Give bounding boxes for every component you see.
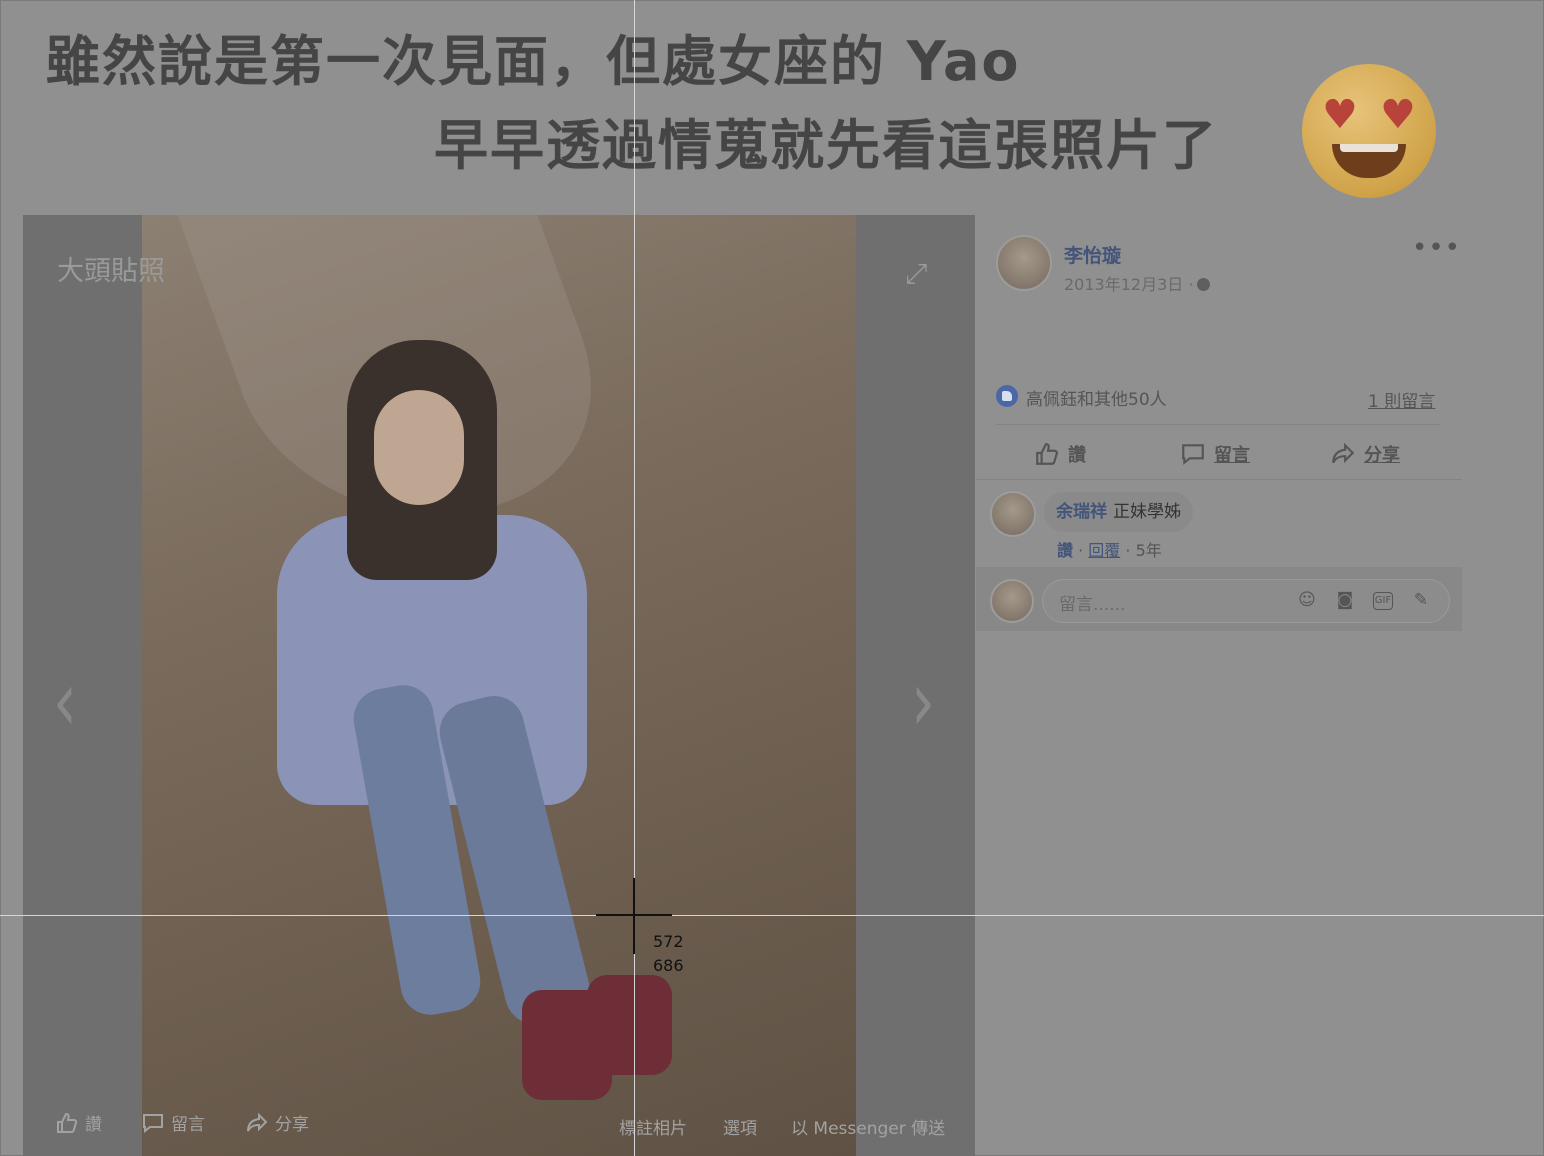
- comment-reply-link[interactable]: 回覆: [1088, 541, 1120, 560]
- comments-count-link[interactable]: 1 則留言: [1368, 387, 1435, 412]
- expand-icon[interactable]: ⤢: [905, 257, 927, 291]
- heart-icon: ♥: [1322, 92, 1358, 138]
- heart-icon: ♥: [1380, 92, 1416, 138]
- post-like-label: 讚: [1068, 445, 1086, 466]
- chevron-left-icon[interactable]: ‹: [53, 653, 77, 751]
- cursor-y-readout: 686: [653, 956, 684, 975]
- cursor-coordinate-readout: 572 686: [653, 930, 684, 978]
- profile-photo[interactable]: [142, 215, 856, 1156]
- viewer-share-button[interactable]: 分享: [245, 1110, 309, 1135]
- comment-like-link[interactable]: 讚: [1057, 541, 1073, 560]
- photo-viewer: 大頭貼照 ⤢ ‹ › 讚 留言 分享 標註相片 選項 以 Messenger 傳…: [23, 215, 975, 1156]
- author-avatar[interactable]: [996, 235, 1052, 291]
- post-date: 2013年12月3日 ·: [1064, 271, 1211, 295]
- crosshair-vertical-guide: [634, 0, 635, 1156]
- viewer-action-bar: 讚 留言 分享 標註相片 選項 以 Messenger 傳送: [23, 1086, 975, 1156]
- thumbs-up-icon: [57, 1112, 78, 1133]
- viewer-like-button[interactable]: 讚: [55, 1110, 102, 1135]
- cursor-x-readout: 572: [653, 932, 684, 951]
- divider: [976, 479, 1462, 480]
- divider: [996, 424, 1440, 425]
- comment-composer-row: 留言...... ☺ ◙ GIF ✎: [976, 567, 1462, 631]
- comment-bubble: 余瑞祥 正妹學姊: [1044, 492, 1193, 532]
- post-date-text[interactable]: 2013年12月3日 ·: [1064, 275, 1193, 294]
- gif-icon[interactable]: GIF: [1373, 592, 1393, 610]
- comment-text: 正妹學姊: [1113, 502, 1181, 522]
- emoji-mouth: [1332, 144, 1406, 178]
- crosshair-horizontal-guide: [0, 915, 1544, 916]
- sticker-icon[interactable]: ✎: [1411, 590, 1431, 610]
- post-like-button[interactable]: 讚: [1034, 441, 1086, 467]
- commenter-avatar[interactable]: [990, 491, 1036, 537]
- globe-icon: [1197, 278, 1211, 291]
- emoji-icon[interactable]: ☺: [1297, 590, 1317, 610]
- chevron-right-icon[interactable]: ›: [911, 653, 935, 751]
- comment-icon: [1182, 444, 1204, 465]
- comment-input-placeholder: 留言......: [1059, 595, 1126, 615]
- post-share-label: 分享: [1364, 445, 1400, 466]
- post-side-panel: 李怡璇 2013年12月3日 · ••• 高佩鈺和其他50人 1 則留言 讚 留…: [976, 215, 1462, 633]
- crosshair-cursor-icon: [633, 878, 635, 954]
- author-name[interactable]: 李怡璇: [1064, 241, 1121, 268]
- thumbs-up-icon: [1036, 443, 1058, 465]
- camera-icon[interactable]: ◙: [1335, 590, 1355, 610]
- album-title: 大頭貼照: [57, 256, 165, 287]
- caption-line-2: 早早透過情蒐就先看這張照片了: [434, 114, 1218, 177]
- share-icon: [1332, 442, 1355, 464]
- commenter-name[interactable]: 余瑞祥: [1056, 502, 1107, 522]
- heart-eyes-emoji-icon: ♥ ♥: [1302, 64, 1436, 198]
- viewer-share-label: 分享: [275, 1115, 309, 1135]
- comment-input[interactable]: 留言...... ☺ ◙ GIF ✎: [1042, 579, 1450, 623]
- like-reaction-icon: [996, 385, 1018, 407]
- comment-age[interactable]: 5年: [1136, 541, 1162, 560]
- viewer-comment-button[interactable]: 留言: [141, 1110, 205, 1135]
- current-user-avatar: [990, 579, 1034, 623]
- viewer-comment-label: 留言: [171, 1115, 205, 1135]
- comment-icon: [143, 1113, 163, 1133]
- share-icon: [247, 1112, 268, 1131]
- viewer-like-label: 讚: [85, 1115, 102, 1135]
- caption-line-1: 雖然說是第一次見面，但處女座的 Yao: [46, 30, 1021, 93]
- more-options-icon[interactable]: •••: [1412, 233, 1461, 263]
- post-comment-button[interactable]: 留言: [1180, 441, 1250, 467]
- send-messenger-link[interactable]: 以 Messenger 傳送: [791, 1114, 945, 1139]
- post-share-button[interactable]: 分享: [1330, 441, 1400, 467]
- post-comment-label: 留言: [1214, 445, 1250, 466]
- reactors-summary[interactable]: 高佩鈺和其他50人: [1026, 385, 1167, 410]
- options-link[interactable]: 選項: [723, 1114, 757, 1139]
- comment-meta: 讚 · 回覆 · 5年: [1057, 541, 1162, 560]
- tag-photo-link[interactable]: 標註相片: [619, 1114, 687, 1139]
